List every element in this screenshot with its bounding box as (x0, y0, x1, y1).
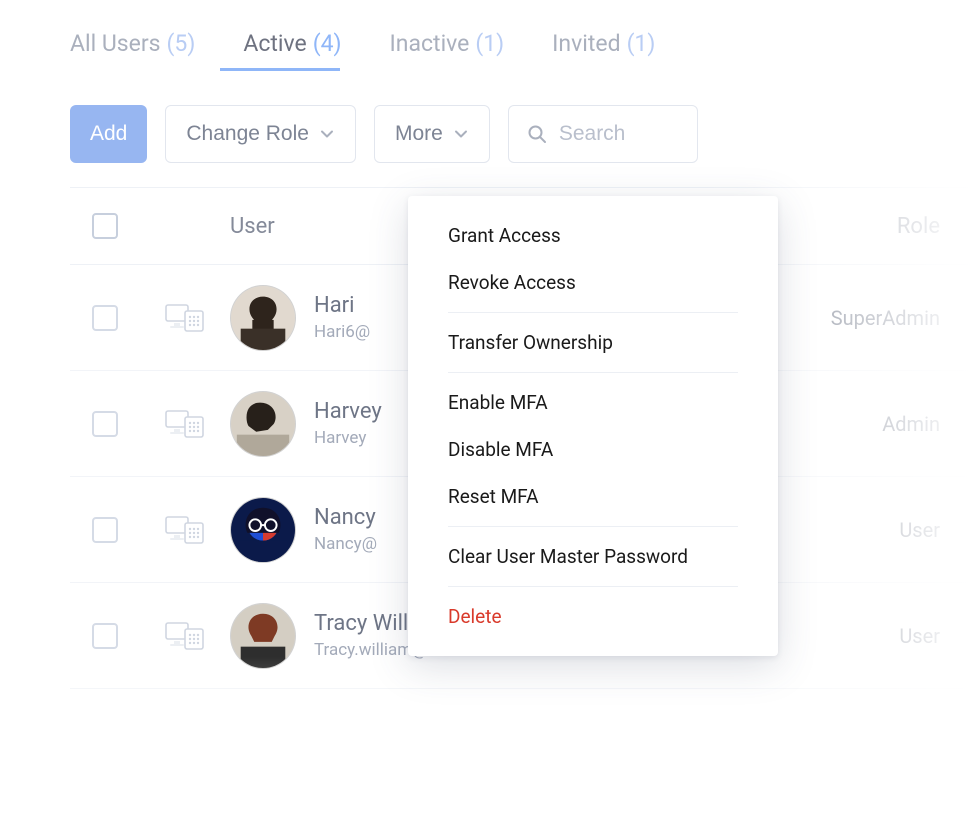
menu-separator (448, 372, 738, 373)
tab-count: (1) (627, 30, 656, 57)
chevron-down-icon (453, 126, 469, 142)
tab-active[interactable]: Active (4) (243, 30, 341, 57)
menu-item-revoke-access[interactable]: Revoke Access (408, 259, 778, 306)
avatar (230, 497, 296, 563)
menu-separator (448, 586, 738, 587)
menu-separator (448, 312, 738, 313)
menu-item-clear-master-password[interactable]: Clear User Master Password (408, 533, 778, 580)
toolbar: Add Change Role More (70, 105, 975, 163)
devices-icon (140, 513, 230, 547)
tab-label: Active (243, 30, 306, 57)
devices-icon (140, 407, 230, 441)
column-header-role: Role (790, 214, 975, 239)
search-input[interactable] (559, 122, 679, 146)
menu-item-enable-mfa[interactable]: Enable MFA (408, 379, 778, 426)
menu-item-disable-mfa[interactable]: Disable MFA (408, 426, 778, 473)
menu-item-grant-access[interactable]: Grant Access (408, 212, 778, 259)
search-box[interactable] (508, 105, 698, 163)
user-email: Hari6@ (314, 322, 370, 342)
tab-count: (5) (167, 30, 196, 57)
user-role: SuperAdmin (790, 306, 975, 330)
chevron-down-icon (319, 126, 335, 142)
tab-all-users[interactable]: All Users (5) (70, 30, 195, 57)
devices-icon (140, 619, 230, 653)
add-button[interactable]: Add (70, 105, 147, 163)
tab-label: All Users (70, 30, 161, 57)
avatar (230, 285, 296, 351)
user-name: Hari (314, 293, 370, 318)
menu-separator (448, 526, 738, 527)
tab-invited[interactable]: Invited (1) (552, 30, 655, 57)
user-filter-tabs: All Users (5) Active (4) Inactive (1) In… (70, 30, 975, 71)
tab-label: Invited (552, 30, 620, 57)
more-label: More (395, 122, 443, 146)
user-role: User (790, 518, 975, 542)
avatar (230, 603, 296, 669)
select-all-checkbox[interactable] (92, 213, 118, 239)
user-name: Harvey (314, 399, 382, 424)
row-checkbox[interactable] (92, 305, 118, 331)
user-name: Nancy (314, 505, 377, 530)
change-role-label: Change Role (186, 122, 309, 146)
tab-count: (1) (475, 30, 504, 57)
tab-label: Inactive (390, 30, 470, 57)
avatar (230, 391, 296, 457)
change-role-dropdown-button[interactable]: Change Role (165, 105, 356, 163)
menu-item-transfer-ownership[interactable]: Transfer Ownership (408, 319, 778, 366)
more-dropdown-menu: Grant Access Revoke Access Transfer Owne… (408, 196, 778, 656)
menu-item-delete[interactable]: Delete (408, 593, 778, 640)
user-role: User (790, 624, 975, 648)
row-checkbox[interactable] (92, 623, 118, 649)
tab-count: (4) (313, 30, 342, 57)
user-email: Nancy@ (314, 534, 377, 554)
devices-icon (140, 301, 230, 335)
search-icon (527, 124, 547, 144)
active-tab-indicator (220, 68, 340, 71)
more-dropdown-button[interactable]: More (374, 105, 490, 163)
menu-item-reset-mfa[interactable]: Reset MFA (408, 473, 778, 520)
tab-inactive[interactable]: Inactive (1) (390, 30, 505, 57)
user-role: Admin (790, 412, 975, 436)
user-email: Harvey (314, 428, 382, 448)
row-checkbox[interactable] (92, 517, 118, 543)
row-checkbox[interactable] (92, 411, 118, 437)
